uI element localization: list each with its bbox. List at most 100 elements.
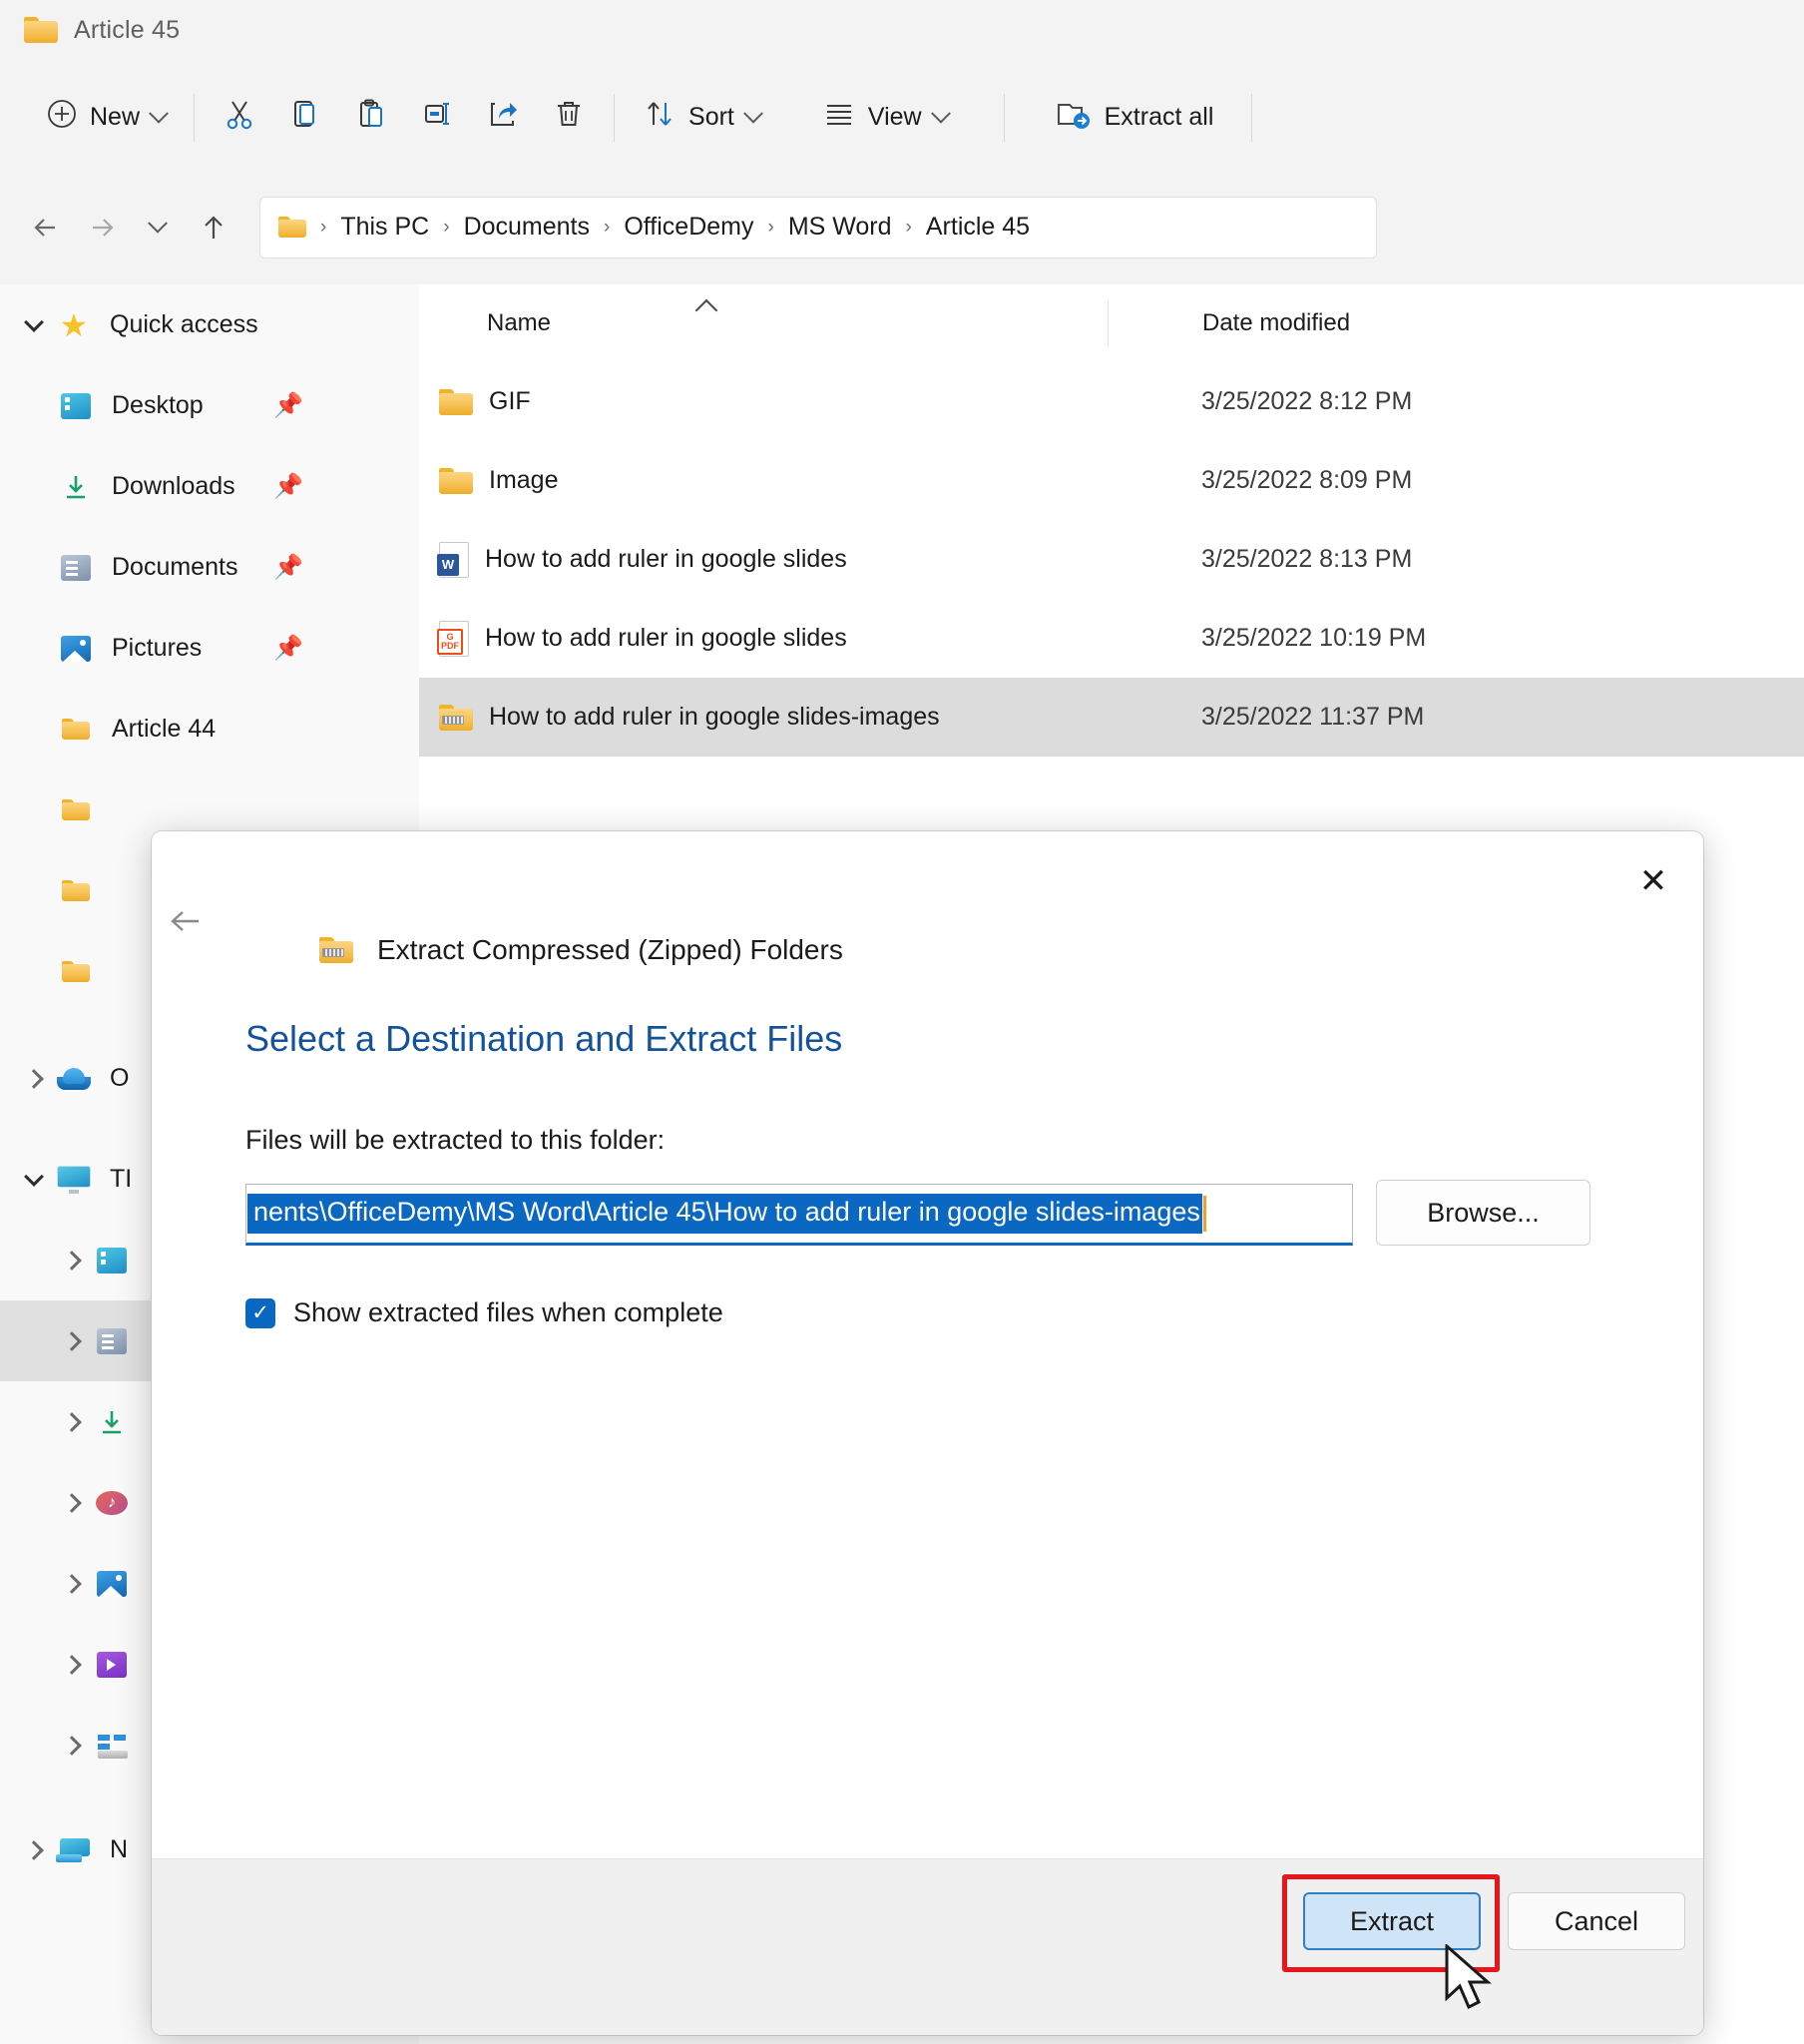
table-row[interactable]: W How to add ruler in google slides 3/25…	[419, 520, 1804, 599]
up-arrow-icon	[205, 215, 223, 239]
rename-button[interactable]	[404, 89, 470, 147]
checkbox-label: Show extracted files when complete	[293, 1297, 723, 1327]
new-button[interactable]: New	[30, 89, 182, 147]
local-disk-icon	[92, 1726, 132, 1766]
music-icon: ♪	[92, 1483, 132, 1523]
copy-icon	[288, 97, 322, 138]
expander-right-icon[interactable]	[52, 1645, 92, 1685]
scissors-icon	[223, 97, 256, 138]
expander-right-icon[interactable]	[52, 1564, 92, 1604]
recent-locations-button[interactable]	[130, 200, 186, 256]
sort-button[interactable]: Sort	[627, 89, 776, 147]
cut-button[interactable]	[207, 89, 272, 147]
sidebar-item-pictures[interactable]: Pictures 📌	[0, 608, 419, 689]
expander-right-icon[interactable]	[52, 1483, 92, 1523]
paste-button[interactable]	[338, 89, 404, 147]
toolbar-divider-2	[614, 93, 616, 142]
file-explorer-window: Article 45 New Sort View Extract all › T…	[0, 0, 1804, 2044]
cancel-button[interactable]: Cancel	[1508, 1892, 1685, 1950]
forward-arrow-icon	[93, 218, 114, 237]
expander-right-icon[interactable]	[52, 1321, 92, 1361]
destination-path-input[interactable]: nents\OfficeDemy\MS Word\Article 45\How …	[245, 1184, 1353, 1246]
pictures-icon	[92, 1564, 132, 1604]
title-bar: Article 45	[0, 0, 1804, 60]
text-caret	[1202, 1196, 1206, 1232]
destination-path-value: nents\OfficeDemy\MS Word\Article 45\How …	[247, 1194, 1202, 1234]
folder-icon	[278, 216, 306, 239]
sidebar-item-label: TI	[110, 1165, 133, 1193]
column-header-date-modified[interactable]: Date modified	[1108, 300, 1350, 346]
expander-right-icon[interactable]	[52, 1402, 92, 1442]
show-extracted-files-checkbox-row[interactable]: ✓ Show extracted files when complete	[245, 1297, 723, 1328]
copy-button[interactable]	[272, 89, 338, 147]
breadcrumb-separator: ›	[905, 216, 912, 238]
trash-icon	[552, 97, 586, 138]
sidebar-item-label: Pictures	[112, 634, 203, 662]
breadcrumb-documents[interactable]: Documents	[464, 213, 590, 242]
expander-right-icon[interactable]	[14, 1059, 54, 1099]
desktop-icon	[92, 1241, 132, 1280]
breadcrumb-article-45[interactable]: Article 45	[926, 213, 1030, 242]
up-button[interactable]	[186, 200, 241, 256]
extract-dialog: ✕ Extract Compressed (Zipped) Folders	[152, 831, 1703, 2035]
file-date-cell: 3/25/2022 10:19 PM	[1201, 624, 1427, 652]
view-button[interactable]: View	[806, 89, 964, 147]
dialog-back-button[interactable]	[165, 904, 207, 948]
checkbox-checked-icon[interactable]: ✓	[245, 1297, 275, 1328]
pin-icon[interactable]: 📌	[273, 635, 303, 662]
extract-all-button[interactable]: Extract all	[1039, 89, 1230, 147]
sidebar-item-label: Desktop	[112, 391, 204, 419]
file-name-cell: GIF	[419, 387, 1108, 416]
browse-button[interactable]: Browse...	[1376, 1180, 1590, 1246]
column-header-row: Name Date modified	[419, 284, 1804, 362]
sidebar-item-quick-access[interactable]: ★ Quick access	[0, 284, 419, 365]
expander-down-icon[interactable]	[14, 305, 54, 345]
file-name-text: Image	[489, 466, 559, 494]
sidebar-item-downloads[interactable]: Downloads 📌	[0, 446, 419, 527]
sidebar-item-label: Article 44	[112, 715, 217, 743]
table-row[interactable]: GIF 3/25/2022 8:12 PM	[419, 362, 1804, 441]
file-name-cell: Image	[419, 466, 1108, 495]
chevron-down-icon	[149, 103, 169, 124]
folder-icon	[56, 952, 96, 992]
expander-down-icon[interactable]	[14, 1160, 54, 1200]
sidebar-item-documents[interactable]: Documents 📌	[0, 527, 419, 608]
file-name-text: How to add ruler in google slides-images	[489, 703, 940, 731]
sidebar-item-desktop[interactable]: Desktop 📌	[0, 365, 419, 446]
close-button[interactable]: ✕	[1625, 853, 1681, 909]
breadcrumb-ms-word[interactable]: MS Word	[788, 213, 892, 242]
table-row[interactable]: G PDF How to add ruler in google slides 3…	[419, 599, 1804, 678]
sidebar-item-label: Documents	[112, 553, 238, 581]
pin-icon[interactable]: 📌	[273, 392, 303, 419]
breadcrumb-this-pc[interactable]: This PC	[340, 213, 429, 242]
pin-icon[interactable]: 📌	[273, 473, 303, 500]
delete-button[interactable]	[536, 89, 602, 147]
zipped-folder-icon	[319, 937, 353, 963]
expander-right-icon[interactable]	[52, 1726, 92, 1766]
toolbar-divider-4	[1251, 93, 1253, 142]
breadcrumb-officedemy[interactable]: OfficeDemy	[624, 213, 753, 242]
dialog-header: Extract Compressed (Zipped) Folders	[319, 934, 843, 966]
address-bar[interactable]: › This PC › Documents › OfficeDemy › MS …	[259, 196, 1377, 258]
breadcrumb-separator: ›	[604, 216, 611, 238]
file-date-cell: 3/25/2022 8:09 PM	[1201, 466, 1413, 494]
back-button[interactable]	[18, 200, 74, 256]
paste-icon	[354, 97, 388, 138]
sidebar-item-label: N	[110, 1835, 129, 1863]
zipped-folder-icon	[439, 704, 473, 731]
table-row[interactable]: How to add ruler in google slides-images…	[419, 678, 1804, 757]
window-title: Article 45	[74, 15, 181, 44]
pin-icon[interactable]: 📌	[273, 554, 303, 581]
forward-button[interactable]	[74, 200, 130, 256]
column-header-name[interactable]: Name	[419, 309, 1108, 337]
close-icon: ✕	[1638, 862, 1668, 900]
dialog-heading: Select a Destination and Extract Files	[245, 1018, 843, 1059]
table-row[interactable]: Image 3/25/2022 8:09 PM	[419, 441, 1804, 520]
sort-arrows-icon	[643, 97, 676, 138]
toolbar-divider	[194, 93, 196, 142]
extract-button[interactable]: Extract	[1303, 1892, 1481, 1950]
expander-right-icon[interactable]	[14, 1830, 54, 1870]
sidebar-item-article-44[interactable]: Article 44	[0, 689, 419, 769]
share-button[interactable]	[470, 89, 536, 147]
expander-right-icon[interactable]	[52, 1241, 92, 1280]
